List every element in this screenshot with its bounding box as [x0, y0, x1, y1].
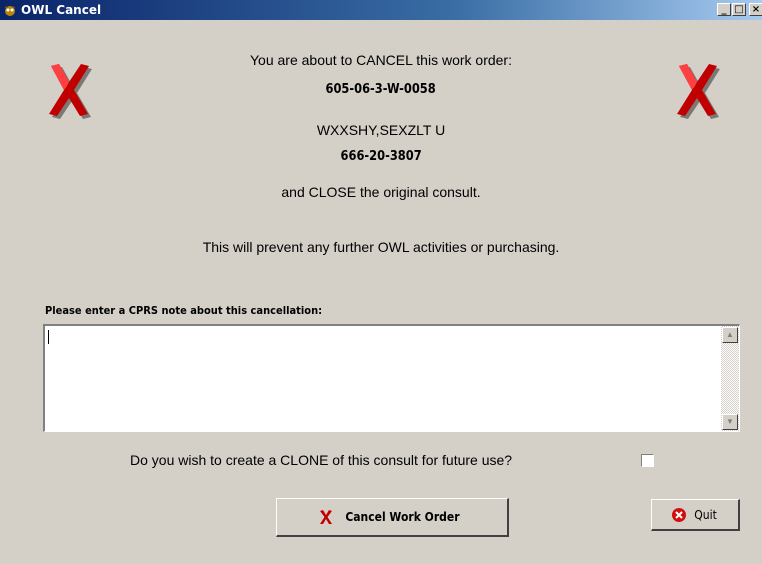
window-title: OWL Cancel	[21, 3, 102, 17]
note-label: Please enter a CPRS note about this canc…	[45, 304, 323, 317]
quit-label: Quit	[694, 507, 718, 522]
clone-checkbox[interactable]	[641, 454, 654, 467]
scroll-up-arrow-icon[interactable]: ▲	[722, 327, 738, 343]
scroll-down-arrow-icon[interactable]: ▼	[722, 414, 738, 430]
cancel-message: You are about to CANCEL this work order:	[250, 52, 512, 68]
note-scrollbar[interactable]: ▲ ▼	[721, 326, 739, 431]
close-consult-message: and CLOSE the original consult.	[281, 184, 481, 200]
quit-icon	[672, 507, 687, 522]
work-order-number: 605-06-3-W-0058	[325, 82, 437, 97]
close-button[interactable]: ×	[749, 3, 762, 16]
patient-id: 666-20-3807	[340, 149, 422, 164]
patient-name: WXXSHY,SEXZLT U	[316, 122, 446, 138]
title-bar: OWL Cancel _ □ ×	[0, 0, 762, 20]
quit-button[interactable]: Quit	[651, 499, 740, 531]
prevent-message: This will prevent any further OWL activi…	[202, 239, 560, 255]
owl-app-icon	[3, 3, 17, 17]
cancel-work-order-label: Cancel Work Order	[344, 510, 460, 524]
cancel-work-order-button[interactable]: Cancel Work Order	[276, 498, 509, 537]
maximize-button[interactable]: □	[732, 3, 746, 16]
text-caret	[48, 330, 49, 344]
minimize-button[interactable]: _	[717, 3, 731, 16]
cprs-note-field[interactable]: ▲ ▼	[43, 324, 740, 432]
clone-question: Do you wish to create a CLONE of this co…	[130, 452, 513, 468]
red-x-icon	[319, 510, 332, 524]
